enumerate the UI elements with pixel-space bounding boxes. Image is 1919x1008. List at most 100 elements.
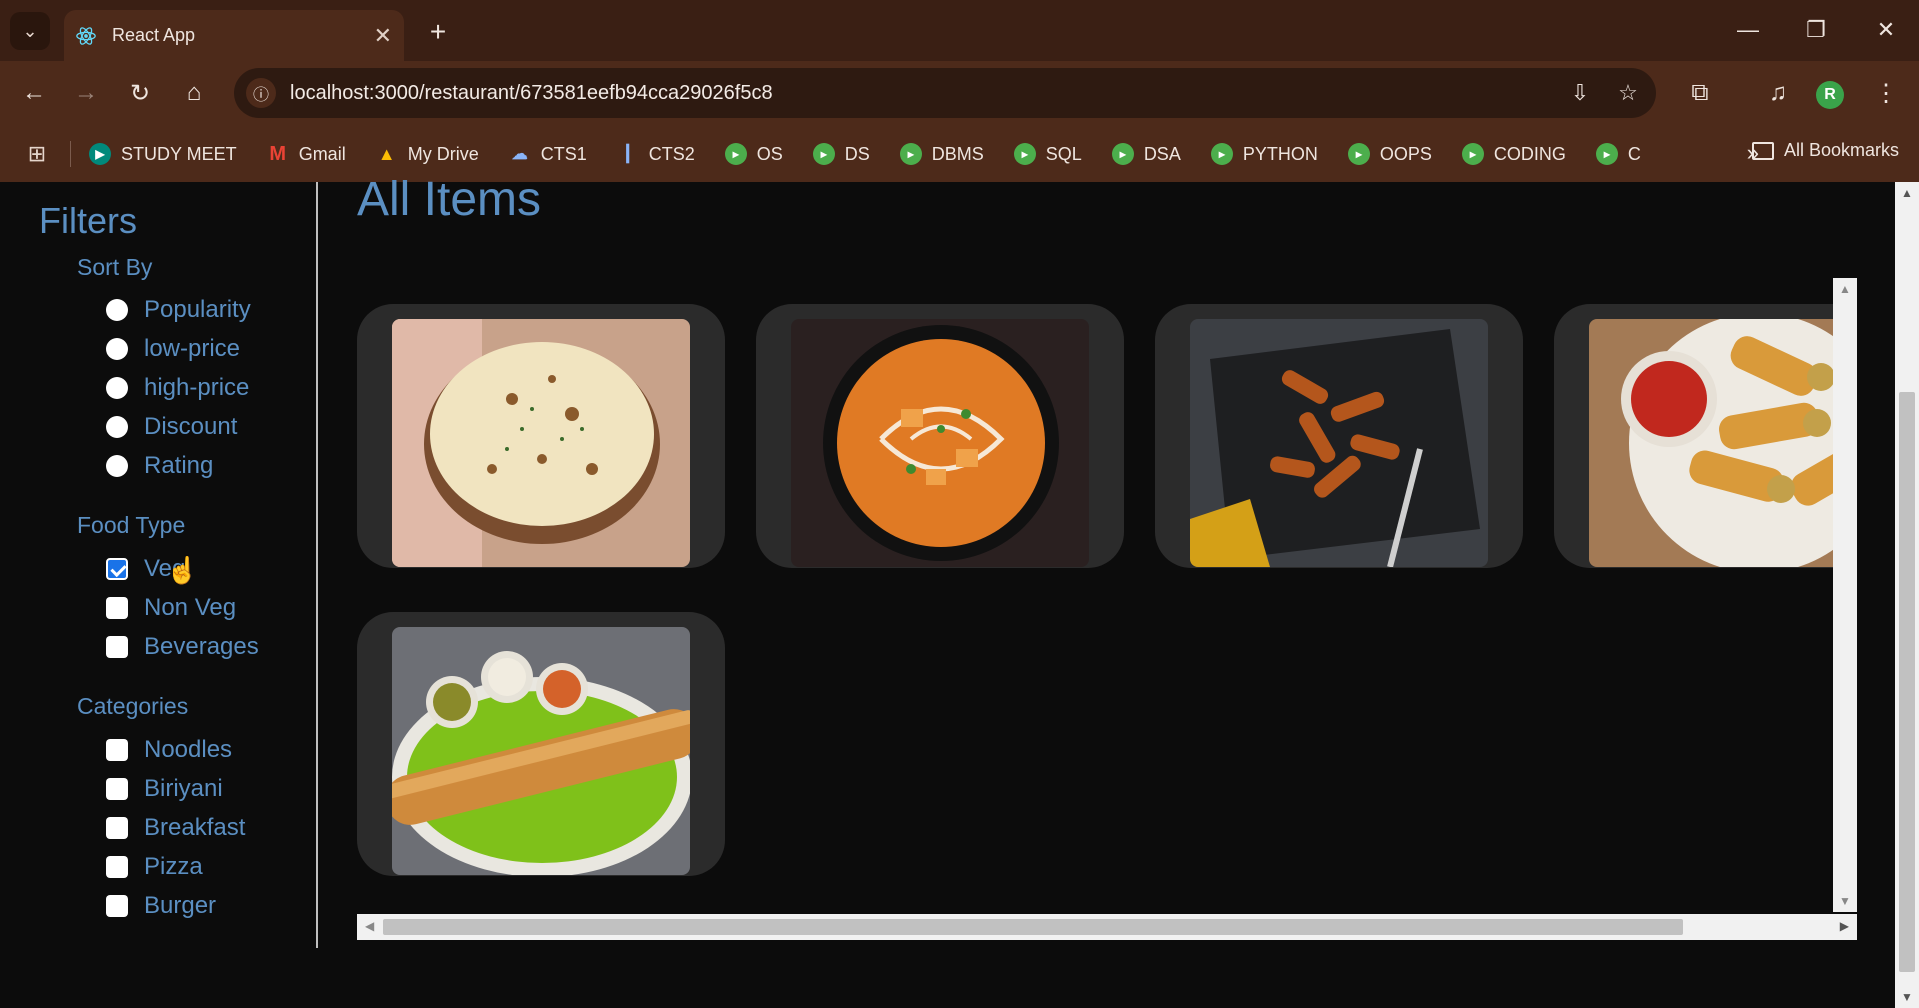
restore-button[interactable]: ❐ [1792,10,1840,50]
bookmark-gmail[interactable]: M Gmail [267,143,345,165]
category-noodles[interactable]: Noodles [106,736,232,764]
scroll-right-arrow-icon[interactable]: ▶ [1840,919,1849,933]
checkbox[interactable] [106,778,128,800]
close-window-button[interactable]: ✕ [1862,10,1910,50]
bookmark-ds[interactable]: ▸ DS [812,143,870,165]
meet-icon: ▶ [89,143,111,165]
bookmark-cts2[interactable]: ┃ CTS2 [617,143,695,165]
reload-button[interactable]: ↻ [120,73,160,113]
home-button[interactable]: ⌂ [174,73,214,113]
radio-button[interactable] [106,416,128,438]
bookmark-dbms[interactable]: ▸ DBMS [899,143,984,165]
new-tab-button[interactable]: + [422,16,454,48]
item-card[interactable] [1554,304,1856,568]
option-label: low-price [144,335,241,362]
food-type-beverages[interactable]: Beverages [106,633,259,661]
item-image-chilli-potato[interactable] [1190,319,1488,567]
category-pizza[interactable]: Pizza [106,853,203,881]
bookmark-python[interactable]: ▸ PYTHON [1210,143,1318,165]
grid-horizontal-scrollbar[interactable]: ◀ ▶ [357,914,1857,940]
profile-avatar[interactable]: R [1816,81,1844,109]
checkbox[interactable] [106,895,128,917]
tab-search-button[interactable]: ⌄ [10,12,50,50]
url-text[interactable]: localhost:3000/restaurant/673581eefb94cc… [290,82,1560,105]
bookmark-oops[interactable]: ▸ OOPS [1347,143,1432,165]
option-label: Pizza [144,853,203,880]
close-tab-icon[interactable]: ✕ [374,23,392,49]
item-card[interactable] [357,304,725,568]
item-card[interactable] [1155,304,1523,568]
sort-option-popularity[interactable]: Popularity [106,296,251,324]
checkbox[interactable] [106,817,128,839]
bookmark-coding[interactable]: ▸ CODING [1461,143,1566,165]
page-vertical-scrollbar[interactable]: ▲ ▼ [1895,182,1919,1008]
item-card[interactable] [357,612,725,876]
item-image-spring-rolls[interactable] [1589,319,1856,567]
forward-button[interactable]: → [66,73,106,113]
bookmark-c[interactable]: ▸ C [1595,143,1641,165]
radio-button[interactable] [106,299,128,321]
tab-title: React App [112,25,196,45]
drive-icon: ▲ [377,143,396,164]
checkbox[interactable] [106,597,128,619]
bookmark-my-drive[interactable]: ▲ My Drive [376,143,479,165]
checkbox-checked[interactable] [106,558,128,580]
address-bar[interactable]: ⓘ localhost:3000/restaurant/673581eefb94… [234,68,1656,118]
scroll-up-arrow-icon[interactable]: ▲ [1839,282,1851,296]
bookmark-dsa[interactable]: ▸ DSA [1111,143,1181,165]
radio-button[interactable] [106,338,128,360]
radio-button[interactable] [106,455,128,477]
bookmark-sql[interactable]: ▸ SQL [1013,143,1082,165]
category-burger[interactable]: Burger [106,892,216,920]
item-card[interactable] [756,304,1124,568]
extensions-button[interactable]: ⧉ [1680,73,1720,113]
bookmark-study-meet[interactable]: ▶ STUDY MEET [89,143,237,165]
bookmark-os[interactable]: ▸ OS [724,143,783,165]
all-items-title: All Items [357,173,542,226]
tab-bar: ⌄ React App ✕ + — ❐ ✕ [0,0,1919,61]
scrollbar-thumb[interactable] [383,919,1683,935]
category-breakfast[interactable]: Breakfast [106,814,245,842]
checkbox[interactable] [106,856,128,878]
bookmark-label: C [1627,143,1641,164]
option-label: Breakfast [144,814,246,841]
minimize-button[interactable]: — [1724,10,1772,50]
bookmark-icon: ▸ [1461,143,1484,165]
back-button[interactable]: ← [14,73,54,113]
sort-option-rating[interactable]: Rating [106,452,213,480]
scroll-left-arrow-icon[interactable]: ◀ [365,919,374,933]
menu-button[interactable]: ⋮ [1866,73,1906,113]
bookmark-icon: ▸ [1013,143,1036,165]
option-label: Popularity [144,296,251,323]
scroll-up-arrow-icon[interactable]: ▲ [1901,186,1913,200]
option-label: Discount [144,413,238,440]
cloud-icon: ☁ [511,146,528,163]
sort-option-discount[interactable]: Discount [106,413,237,441]
scroll-down-arrow-icon[interactable]: ▼ [1839,894,1851,908]
site-info-icon[interactable]: ⓘ [246,78,276,108]
item-image-naan[interactable] [392,319,690,567]
scroll-down-arrow-icon[interactable]: ▼ [1901,990,1913,1004]
all-bookmarks-button[interactable]: All Bookmarks [1751,140,1899,161]
food-type-non-veg[interactable]: Non Veg [106,594,236,622]
radio-button[interactable] [106,377,128,399]
media-controls-button[interactable]: ♫ [1758,73,1798,113]
scrollbar-thumb[interactable] [1899,392,1915,972]
bookmark-star-icon[interactable]: ☆ [1608,73,1648,113]
category-biriyani[interactable]: Biriyani [106,775,223,803]
grid-vertical-scrollbar[interactable]: ▲ ▼ [1833,278,1857,912]
kebab-menu-icon: ⋮ [1874,79,1898,107]
item-image-paneer-curry[interactable] [791,319,1089,567]
install-app-icon[interactable]: ⇩ [1560,73,1600,113]
sort-option-low-price[interactable]: low-price [106,335,240,363]
bookmark-icon: ▸ [812,143,835,165]
checkbox[interactable] [106,636,128,658]
sort-option-high-price[interactable]: high-price [106,374,249,402]
item-image-dosa[interactable] [392,627,690,875]
bookmark-label: STUDY MEET [121,143,237,164]
tab-react-app[interactable]: React App ✕ [64,10,404,61]
bookmark-cts1[interactable]: ☁ CTS1 [509,143,587,165]
apps-grid-icon[interactable]: ⊞ [22,139,52,169]
bookmark-icon: ▸ [1210,143,1233,165]
checkbox[interactable] [106,739,128,761]
